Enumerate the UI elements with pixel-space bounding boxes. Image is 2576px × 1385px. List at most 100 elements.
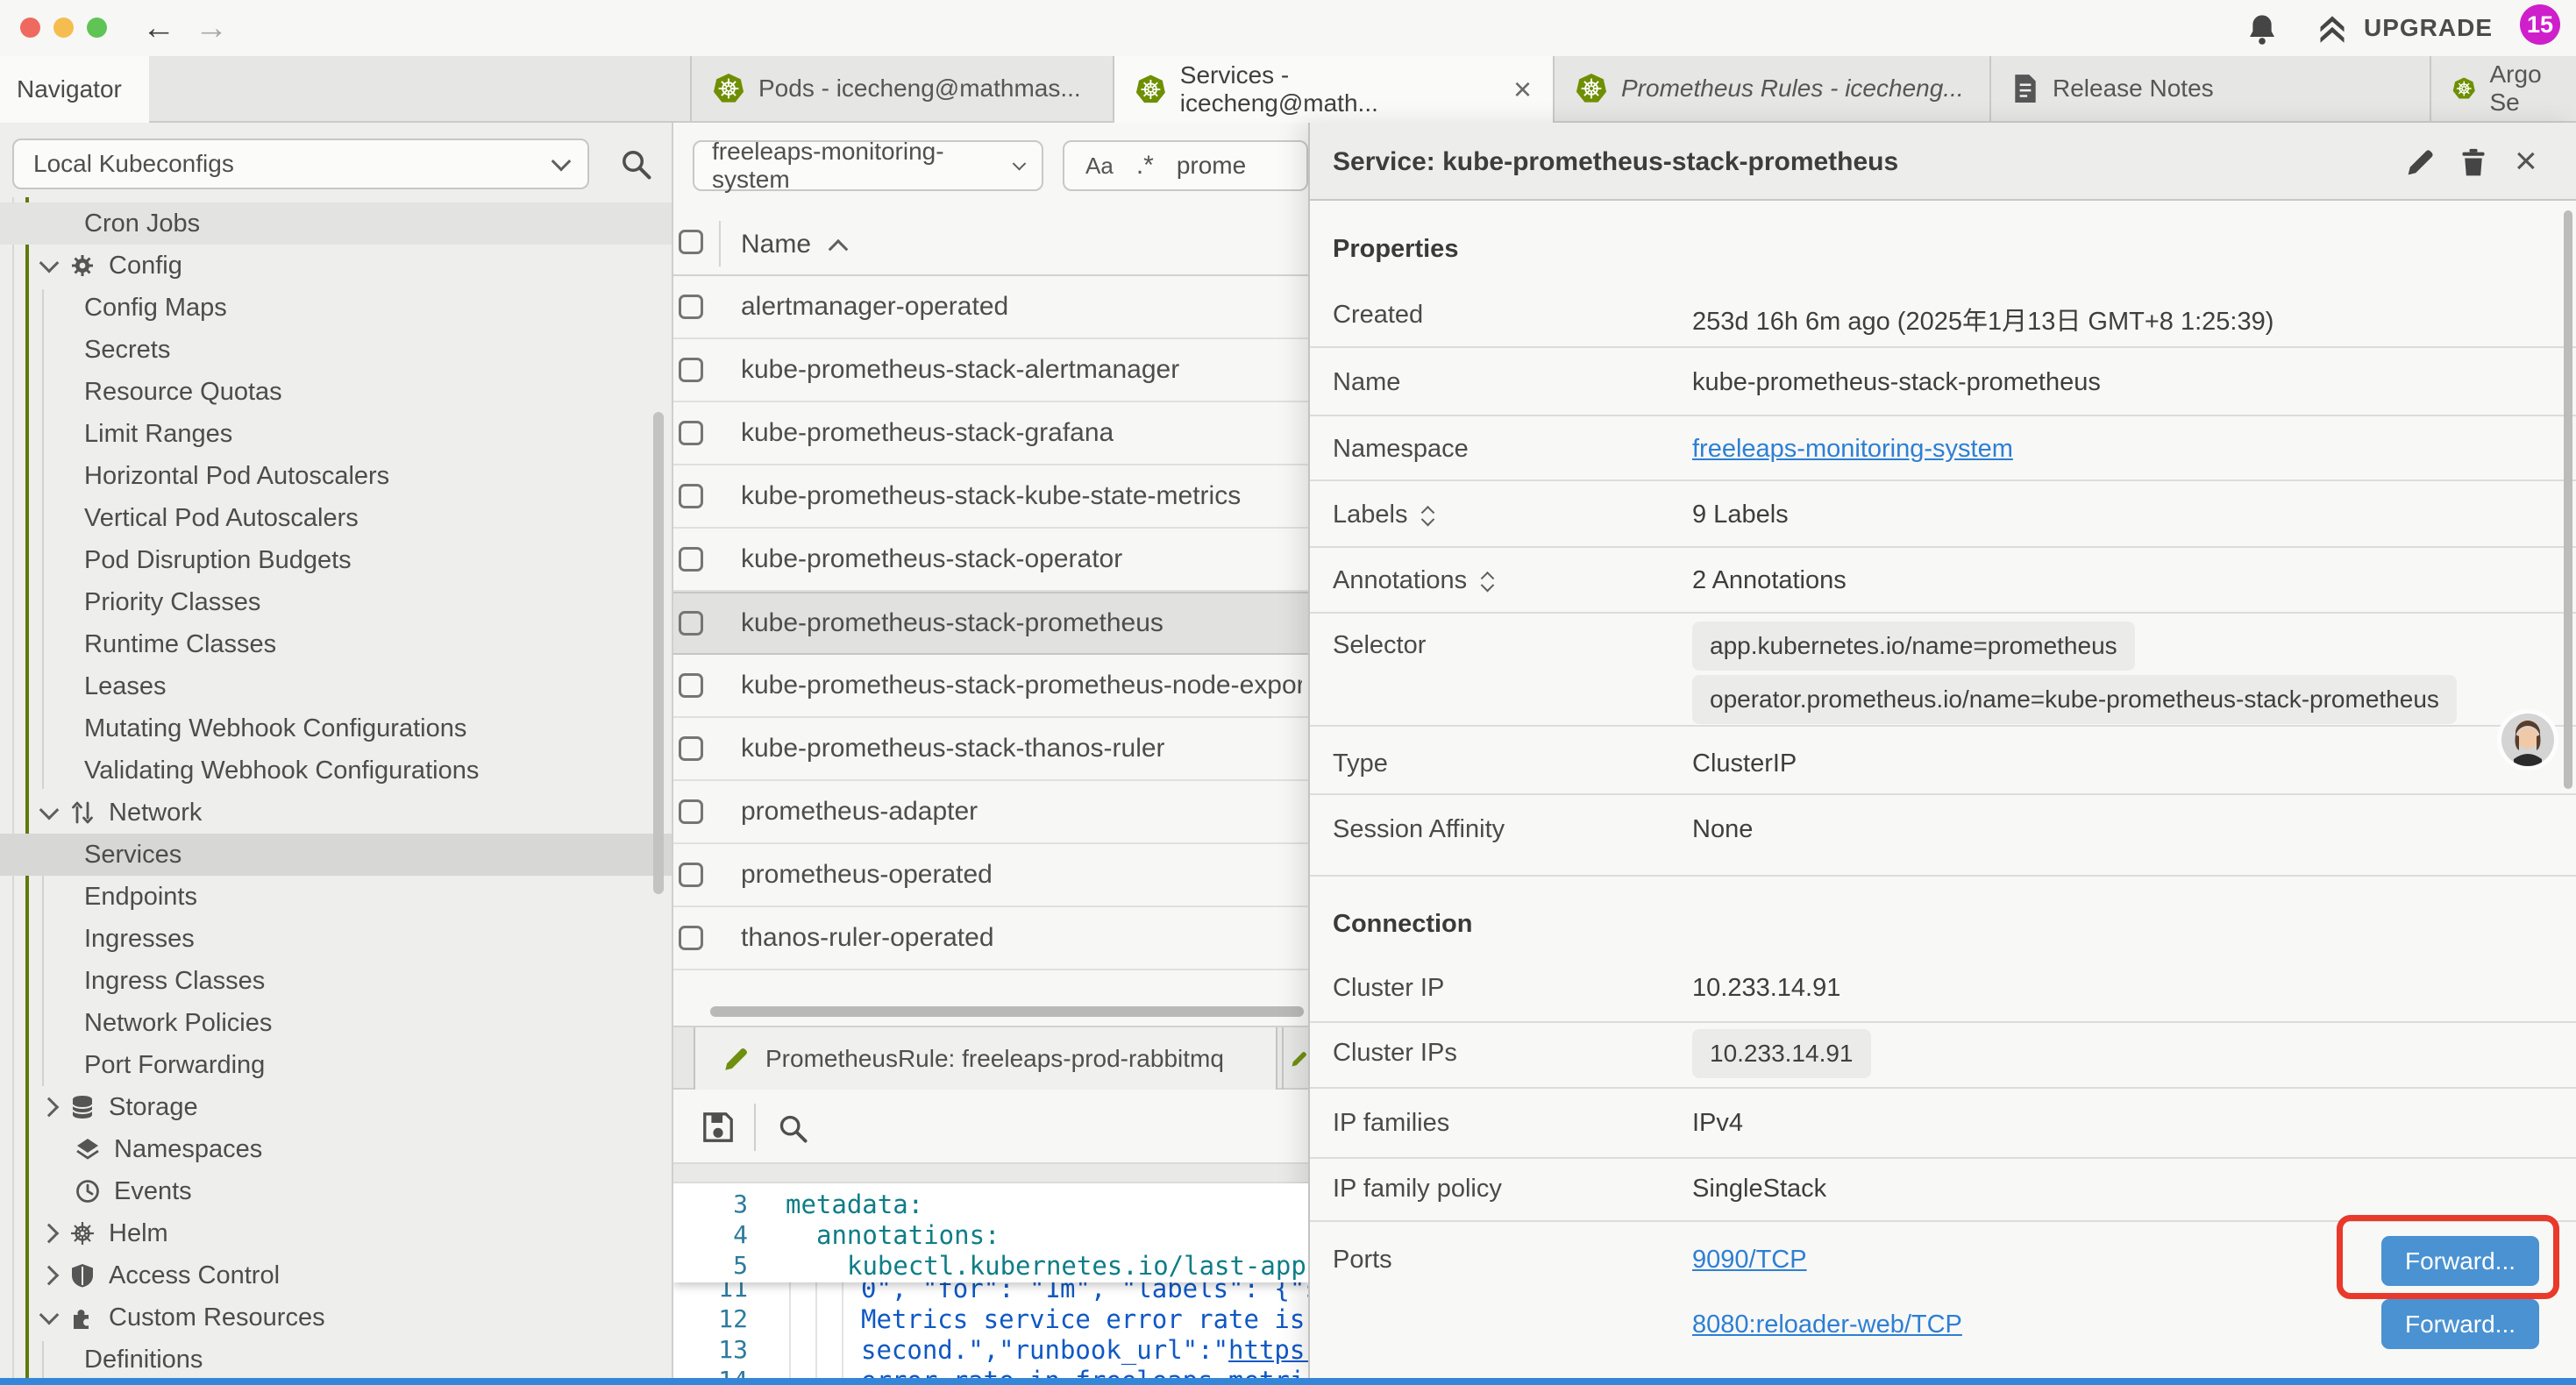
kubeconfig-select[interactable]: Local Kubeconfigs xyxy=(12,138,589,189)
upgrade-icon[interactable] xyxy=(2316,13,2348,45)
edit-pencil-icon[interactable] xyxy=(2406,147,2436,177)
sidebar-item-ingresses[interactable]: Ingresses xyxy=(0,918,673,960)
expand-collapse-icon[interactable] xyxy=(1483,570,1492,593)
table-row[interactable]: alertmanager-operated xyxy=(673,276,1308,339)
horizontal-scrollbar[interactable] xyxy=(710,1006,1304,1017)
sidebar-item-endpoints[interactable]: Endpoints xyxy=(0,876,673,918)
row-checkbox[interactable] xyxy=(679,295,703,319)
avatar[interactable] xyxy=(2496,708,2559,771)
tab-prometheus-rules[interactable]: Prometheus Rules - icecheng... xyxy=(1555,56,1991,121)
search-icon[interactable] xyxy=(619,147,652,181)
minimize-window-button[interactable] xyxy=(53,18,74,38)
namespace-select[interactable]: freeleaps-monitoring-system xyxy=(693,140,1043,191)
row-checkbox[interactable] xyxy=(679,863,703,887)
trash-icon[interactable] xyxy=(2460,147,2487,177)
sidebar-item-network-policies[interactable]: Network Policies xyxy=(0,1002,673,1044)
table-row[interactable]: kube-prometheus-stack-prometheus-node-ex… xyxy=(673,655,1308,718)
row-checkbox[interactable] xyxy=(679,799,703,824)
close-drawer-icon[interactable]: × xyxy=(2515,137,2537,186)
sidebar-group-storage[interactable]: Storage xyxy=(0,1086,673,1128)
sidebar-group-network[interactable]: Network xyxy=(0,792,673,834)
selector-chip: operator.prometheus.io/name=kube-prometh… xyxy=(1692,675,2457,724)
code-link[interactable]: https://net xyxy=(1228,1335,1308,1365)
table-row-selected[interactable]: kube-prometheus-stack-prometheus xyxy=(673,592,1308,655)
name-column-header[interactable]: Name xyxy=(741,230,811,259)
sidebar-item-resource-quotas[interactable]: Resource Quotas xyxy=(0,371,673,413)
table-row[interactable]: kube-prometheus-stack-operator xyxy=(673,529,1308,592)
row-checkbox[interactable] xyxy=(679,673,703,698)
sidebar-item-namespaces[interactable]: Namespaces xyxy=(0,1128,673,1170)
sidebar-item-cron-jobs[interactable]: Cron Jobs xyxy=(0,202,673,245)
bell-icon[interactable] xyxy=(2246,12,2278,46)
tab-pods[interactable]: Pods - icecheng@mathmas... xyxy=(690,56,1114,121)
tab-services[interactable]: Services - icecheng@math... × xyxy=(1114,56,1555,123)
editor-tab-partial[interactable] xyxy=(1282,1027,1308,1090)
table-row[interactable]: prometheus-operated xyxy=(673,844,1308,907)
sort-ascending-icon[interactable] xyxy=(829,239,849,259)
sidebar-group-helm[interactable]: Helm xyxy=(0,1212,673,1254)
sidebar-item-config-maps[interactable]: Config Maps xyxy=(0,287,673,329)
row-checkbox[interactable] xyxy=(679,358,703,382)
tab-argo[interactable]: Argo Se xyxy=(2431,56,2576,121)
table-row[interactable]: kube-prometheus-stack-alertmanager xyxy=(673,339,1308,402)
sidebar-item-validating-webhook-configurations[interactable]: Validating Webhook Configurations xyxy=(0,749,673,792)
sidebar-item-leases[interactable]: Leases xyxy=(0,665,673,707)
back-arrow-icon[interactable]: ← xyxy=(142,0,175,56)
sidebar-item-services[interactable]: Services xyxy=(0,834,673,876)
table-row[interactable]: kube-prometheus-stack-thanos-ruler xyxy=(673,718,1308,781)
port-link-9090[interactable]: 9090/TCP xyxy=(1692,1246,1807,1275)
sidebar-group-access-control[interactable]: Access Control xyxy=(0,1254,673,1296)
sidebar-item-events[interactable]: Events xyxy=(0,1170,673,1212)
row-checkbox[interactable] xyxy=(679,611,703,636)
sidebar-item-runtime-classes[interactable]: Runtime Classes xyxy=(0,623,673,665)
sidebar-item-horizontal-pod-autoscalers[interactable]: Horizontal Pod Autoscalers xyxy=(0,455,673,497)
sidebar-group-config[interactable]: Config xyxy=(0,245,673,287)
row-checkbox[interactable] xyxy=(679,421,703,445)
editor-tab-prometheusrule[interactable]: PrometheusRule: freeleaps-prod-rabbitmq xyxy=(694,1027,1277,1090)
tab-release-notes[interactable]: Release Notes xyxy=(1991,56,2431,121)
regex-toggle[interactable]: .* xyxy=(1136,151,1154,181)
table-row[interactable]: thanos-ruler-operated xyxy=(673,907,1308,970)
sidebar-item-limit-ranges[interactable]: Limit Ranges xyxy=(0,413,673,455)
table-row[interactable]: kube-prometheus-stack-grafana xyxy=(673,402,1308,465)
expand-collapse-icon[interactable] xyxy=(1423,504,1433,527)
sidebar-item-pod-disruption-budgets[interactable]: Pod Disruption Budgets xyxy=(0,539,673,581)
sidebar-item-mutating-webhook-configurations[interactable]: Mutating Webhook Configurations xyxy=(0,707,673,749)
match-case-toggle[interactable]: Aa xyxy=(1085,153,1114,180)
yaml-editor[interactable]: 110", "for": "1m", "labels": {"service":… xyxy=(673,1183,1308,1378)
row-checkbox[interactable] xyxy=(679,484,703,508)
forward-button-8080[interactable]: Forward... xyxy=(2381,1299,2539,1349)
sidebar-item-definitions[interactable]: Definitions xyxy=(0,1339,673,1378)
code-text: second.","runbook_url":" xyxy=(861,1335,1228,1365)
table-row[interactable]: kube-prometheus-stack-kube-state-metrics xyxy=(673,465,1308,529)
row-checkbox[interactable] xyxy=(679,547,703,572)
notification-badge[interactable]: 15 xyxy=(2520,4,2560,45)
upgrade-button[interactable]: UPGRADE xyxy=(2364,0,2493,56)
type-value: ClusterIP xyxy=(1692,749,1797,778)
sidebar-scrollbar[interactable] xyxy=(653,412,664,894)
close-tab-icon[interactable]: × xyxy=(1513,74,1532,105)
select-all-checkbox[interactable] xyxy=(679,230,703,254)
navigator-panel-tab[interactable]: Navigator xyxy=(0,56,149,123)
sidebar-group-custom-resources[interactable]: Custom Resources xyxy=(0,1296,673,1339)
row-checkbox[interactable] xyxy=(679,736,703,761)
item-label: Events xyxy=(114,1177,192,1206)
row-checkbox[interactable] xyxy=(679,926,703,950)
save-icon[interactable] xyxy=(701,1111,735,1144)
maximize-window-button[interactable] xyxy=(87,18,107,38)
port-link-8080[interactable]: 8080:reloader-web/TCP xyxy=(1692,1310,1962,1339)
annotations-value[interactable]: 2 Annotations xyxy=(1692,566,1847,595)
search-input[interactable]: Aa .* prome xyxy=(1063,140,1308,191)
sidebar-item-vertical-pod-autoscalers[interactable]: Vertical Pod Autoscalers xyxy=(0,497,673,539)
close-window-button[interactable] xyxy=(20,18,40,38)
editor-search-icon[interactable] xyxy=(777,1112,808,1144)
sidebar-item-secrets[interactable]: Secrets xyxy=(0,329,673,371)
namespace-link[interactable]: freeleaps-monitoring-system xyxy=(1692,435,2013,464)
sidebar-item-priority-classes[interactable]: Priority Classes xyxy=(0,581,673,623)
drawer-scrollbar[interactable] xyxy=(2564,210,2572,789)
sidebar-item-ingress-classes[interactable]: Ingress Classes xyxy=(0,960,673,1002)
forward-arrow-icon[interactable]: → xyxy=(195,0,228,56)
table-row[interactable]: prometheus-adapter xyxy=(673,781,1308,844)
labels-value[interactable]: 9 Labels xyxy=(1692,501,1789,529)
sidebar-item-port-forwarding[interactable]: Port Forwarding xyxy=(0,1044,673,1086)
